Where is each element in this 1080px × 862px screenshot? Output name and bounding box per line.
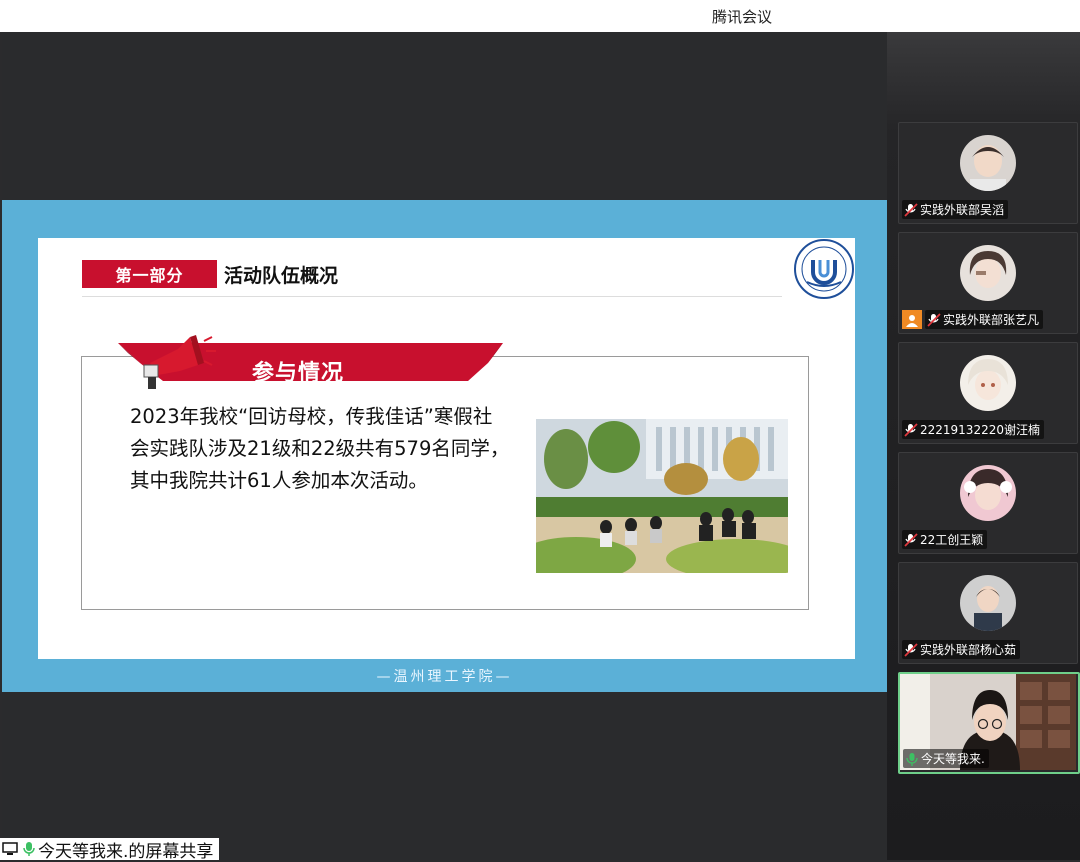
person-icon xyxy=(902,310,922,329)
slide: 第一部分 活动队伍概况 参与情况 2023年我校“回访母校，传我佳话”寒假社会实… xyxy=(38,238,855,659)
screen-share-icon xyxy=(2,842,18,855)
avatar xyxy=(960,355,1016,411)
participant-name: 22219132220谢汪楠 xyxy=(920,423,1040,437)
participant-name-bar: 实践外联部吴滔 xyxy=(902,200,1009,219)
participant-tile[interactable]: 22工创王颖 xyxy=(898,452,1078,554)
participant-name: 今天等我来. xyxy=(921,752,985,766)
participant-name: 实践外联部吴滔 xyxy=(920,203,1005,217)
participant-name: 22工创王颖 xyxy=(920,533,984,547)
participant-name-bar: 22219132220谢汪楠 xyxy=(902,420,1044,439)
participant-name-bar: 实践外联部杨心茹 xyxy=(902,640,1021,659)
mic-on-icon xyxy=(906,752,918,766)
section-divider xyxy=(82,296,782,297)
participant-sidebar[interactable]: 实践外联部吴滔 实践外联部张艺凡 22219132220谢汪楠 22工创王颖 实… xyxy=(887,32,1080,860)
participant-tile-active[interactable]: 今天等我来. xyxy=(898,672,1080,774)
megaphone-icon xyxy=(143,335,216,389)
section-title: 活动队伍概况 xyxy=(224,265,339,287)
mic-off-icon xyxy=(904,532,918,547)
avatar xyxy=(960,575,1016,631)
screen-share-label: 今天等我来.的屏幕共享 xyxy=(0,838,220,862)
campus-photo xyxy=(536,419,788,573)
avatar xyxy=(960,245,1016,301)
participant-name-bar: 22工创王颖 xyxy=(902,530,988,549)
participation-box: 参与情况 2023年我校“回访母校，传我佳话”寒假社会实践队涉及21级和22级共… xyxy=(81,335,809,610)
avatar xyxy=(960,135,1016,191)
mic-off-icon xyxy=(927,312,941,327)
school-logo-icon xyxy=(794,239,854,299)
mic-off-icon xyxy=(904,642,918,657)
participant-tile[interactable]: 实践外联部吴滔 xyxy=(898,122,1078,224)
section-badge: 第一部分 xyxy=(82,260,217,288)
shared-screen-stage: 第一部分 活动队伍概况 参与情况 2023年我校“回访母校，传我佳话”寒假社会实… xyxy=(2,32,887,860)
window-titlebar: 腾讯会议 xyxy=(0,0,1080,32)
participant-tile[interactable]: 22219132220谢汪楠 xyxy=(898,342,1078,444)
mic-off-icon xyxy=(904,422,918,437)
participant-tile[interactable]: 实践外联部杨心茹 xyxy=(898,562,1078,664)
participation-text: 2023年我校“回访母校，传我佳话”寒假社会实践队涉及21级和22级共有579名… xyxy=(130,405,510,492)
avatar xyxy=(960,465,1016,521)
slide-frame: 第一部分 活动队伍概况 参与情况 2023年我校“回访母校，传我佳话”寒假社会实… xyxy=(2,200,887,692)
banner-title: 参与情况 xyxy=(252,361,345,386)
slide-footer: —温州理工学院— xyxy=(376,669,513,685)
participant-name-bar: 实践外联部张艺凡 xyxy=(925,310,1044,329)
participant-name-bar: 今天等我来. xyxy=(903,749,989,768)
mic-off-icon xyxy=(904,202,918,217)
participant-name: 实践外联部张艺凡 xyxy=(943,313,1040,327)
participant-tile[interactable]: 实践外联部张艺凡 xyxy=(898,232,1078,334)
screen-share-text: 今天等我来.的屏幕共享 xyxy=(38,841,214,862)
window-title: 腾讯会议 xyxy=(712,8,773,26)
participant-name: 实践外联部杨心茹 xyxy=(920,643,1017,657)
mic-on-icon xyxy=(23,842,35,856)
